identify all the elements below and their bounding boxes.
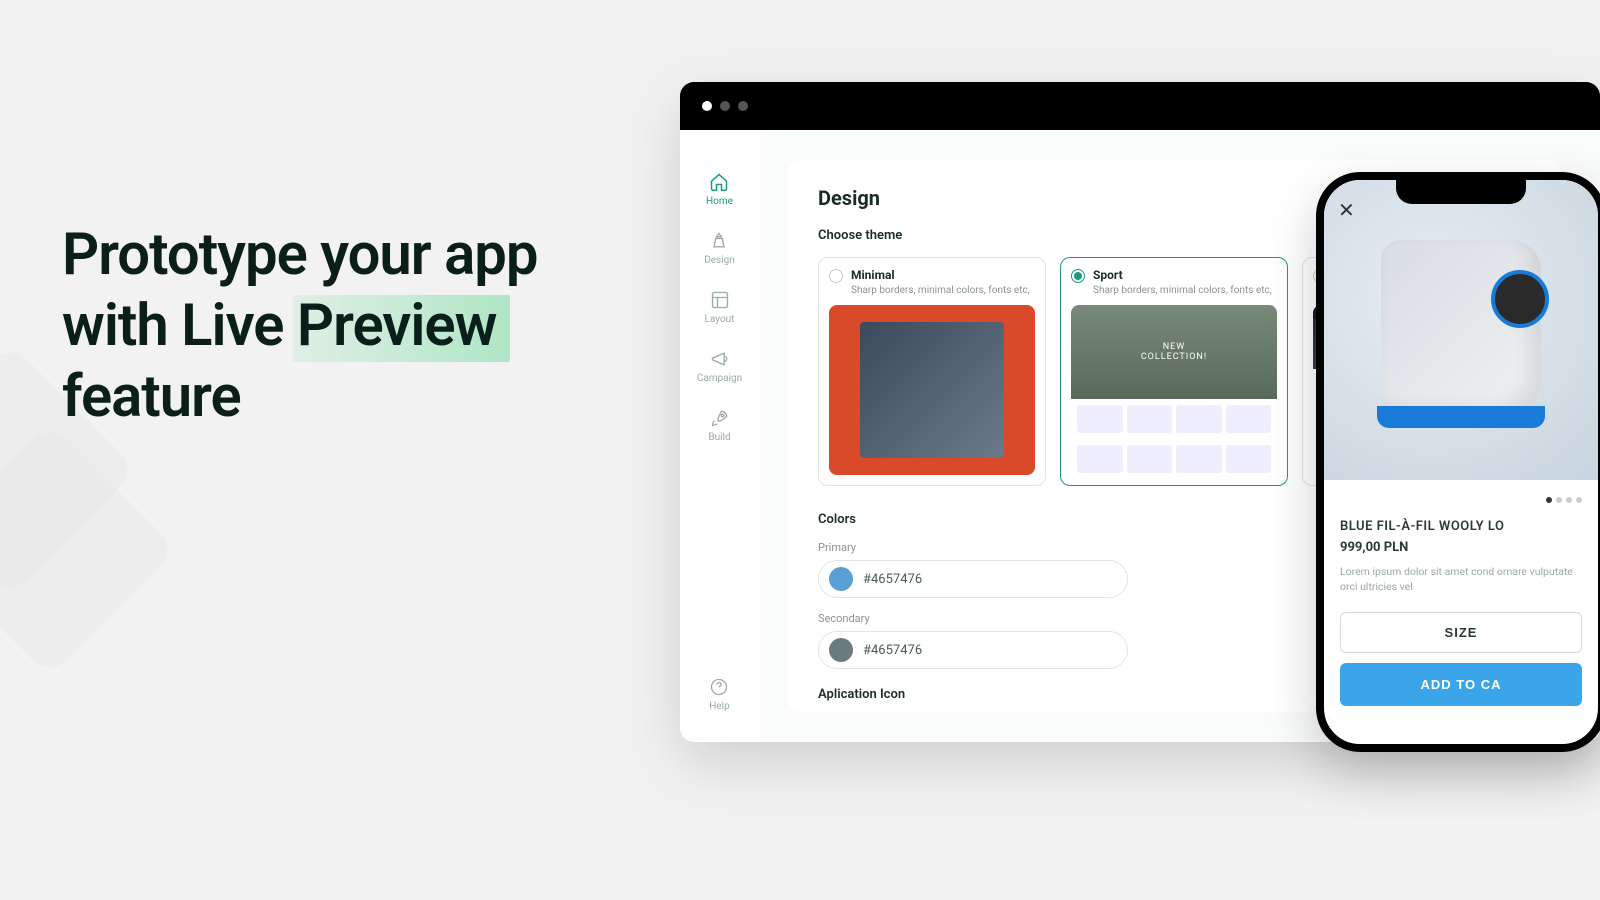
theme-preview-sport: NEW COLLECTION! <box>1071 305 1277 475</box>
product-description: Lorem ipsum dolor sit amet cond ornare v… <box>1340 565 1582 594</box>
window-dot-min[interactable] <box>720 101 730 111</box>
theme-name: Sport <box>1093 268 1272 282</box>
layout-icon <box>710 290 730 310</box>
secondary-color-value: #4657476 <box>863 643 922 658</box>
theme-desc: Sharp borders, minimal colors, fonts etc… <box>851 284 1030 297</box>
phone-preview: ✕ BLUE FIL-À-FIL WOOLY LO 999,00 PLN Lor… <box>1316 172 1600 752</box>
product-title: BLUE FIL-À-FIL WOOLY LO <box>1340 519 1582 534</box>
sidebar-item-label: Design <box>704 255 735 266</box>
rocket-icon <box>710 408 730 428</box>
home-icon <box>709 172 729 192</box>
sidebar-item-design[interactable]: Design <box>704 231 735 266</box>
carousel-dots[interactable] <box>1324 480 1598 515</box>
secondary-swatch[interactable] <box>829 638 853 662</box>
help-icon <box>709 677 729 697</box>
megaphone-icon <box>710 349 730 369</box>
radio-sport[interactable] <box>1071 269 1085 283</box>
sidebar-item-campaign[interactable]: Campaign <box>697 349 742 384</box>
add-to-cart-button[interactable]: ADD TO CA <box>1340 663 1582 706</box>
sidebar-item-help[interactable]: Help <box>709 677 729 712</box>
size-button[interactable]: SIZE <box>1340 612 1582 653</box>
hero-line2-pre: with Live <box>62 292 297 360</box>
theme-preview-minimal <box>829 305 1035 475</box>
sidebar-item-label: Help <box>709 701 729 712</box>
sidebar-item-build[interactable]: Build <box>708 408 730 443</box>
window-dot-max[interactable] <box>738 101 748 111</box>
secondary-color-input[interactable]: #4657476 <box>818 631 1128 669</box>
theme-name: Minimal <box>851 268 1030 282</box>
window-dot-close[interactable] <box>702 101 712 111</box>
primary-color-value: #4657476 <box>863 572 922 587</box>
radio-minimal[interactable] <box>829 269 843 283</box>
hero-headline: Prototype your app with Live Preview fea… <box>62 220 538 432</box>
theme-card-minimal[interactable]: Minimal Sharp borders, minimal colors, f… <box>818 257 1046 486</box>
hero-highlight: Preview <box>297 291 497 362</box>
window-titlebar <box>680 82 1600 130</box>
sidebar-item-home[interactable]: Home <box>706 172 733 207</box>
sidebar-item-label: Layout <box>705 314 735 325</box>
product-price: 999,00 PLN <box>1340 540 1582 555</box>
theme-card-sport[interactable]: Sport Sharp borders, minimal colors, fon… <box>1060 257 1288 486</box>
design-icon <box>709 231 729 251</box>
close-icon[interactable]: ✕ <box>1338 198 1355 222</box>
product-image <box>1324 180 1598 480</box>
hero-line3: feature <box>62 363 241 431</box>
sidebar-item-label: Build <box>708 432 730 443</box>
primary-color-input[interactable]: #4657476 <box>818 560 1128 598</box>
sidebar-item-label: Home <box>706 196 733 207</box>
phone-notch <box>1396 180 1526 204</box>
hero-line1: Prototype your app <box>62 221 538 289</box>
bg-decor <box>0 423 177 678</box>
sidebar-item-layout[interactable]: Layout <box>705 290 735 325</box>
primary-swatch[interactable] <box>829 567 853 591</box>
sidebar-item-label: Campaign <box>697 373 742 384</box>
sidebar: Home Design Layout Campaign Build Help <box>680 130 760 742</box>
theme-desc: Sharp borders, minimal colors, fonts etc… <box>1093 284 1272 297</box>
